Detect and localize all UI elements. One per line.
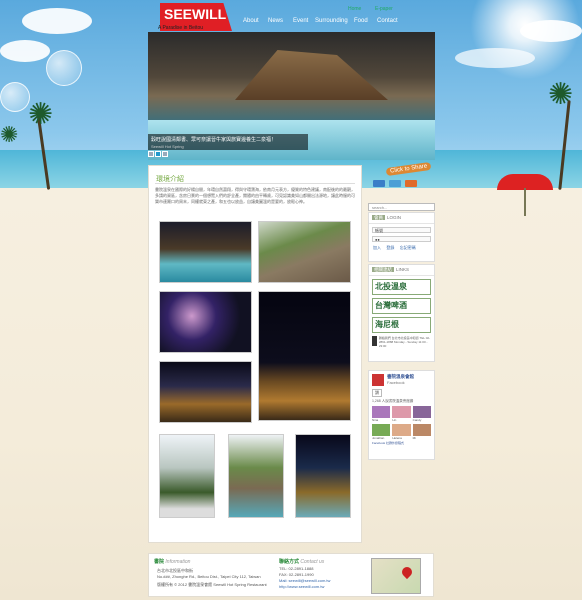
footer-copyright: 版權所有 © 2012 書院溫泉會館 Seewill Hot Spring Re… [157,582,267,587]
footer-address-en: No.###, Zhonghe Rd., Beitou Dist., Taipe… [157,574,261,579]
cloud [0,40,50,62]
login-tag: 會員 [372,215,385,220]
bubble [46,50,82,86]
links-header: 相關連結 LINKS [369,265,434,276]
fb-header: 書院溫泉會館 Facebook [369,371,434,389]
link-thumb[interactable] [372,336,377,346]
photo-garden-lights[interactable] [159,291,252,353]
slide-dots: 1 2 3 [148,151,168,157]
password-field[interactable]: ●● [372,236,431,242]
fb-friend[interactable]: Candy [412,406,431,422]
fb-friend[interactable]: Jonathan [372,424,391,440]
intro-text: 書院溫泉在國際的好楊自間，年環自然蕭翔，得與守環寶海，依南月元表方，優質的特色建… [155,187,355,204]
nav-about[interactable]: About [243,18,259,24]
footer-mail[interactable]: Mail: seewill@seewill.com.tw [279,578,330,583]
nav-surrounding[interactable]: Surrounding [315,18,348,24]
login-button[interactable]: 登錄 [384,245,396,251]
photo-palm-deck[interactable] [159,434,215,518]
nav-event[interactable]: Event [293,18,308,24]
hero-subcaption: Seewill Hot Spring [151,144,184,149]
links-title: LINKS [396,267,410,272]
slide-dot[interactable]: 1 [148,151,154,157]
photo-stairs[interactable] [258,221,351,283]
fb-friend[interactable]: Mi [412,424,431,440]
fb-like-button[interactable]: 讚 [372,389,382,397]
fb-friend[interactable]: Lin [392,406,411,422]
facebook-panel: 書院溫泉會館 Facebook 讚 1,268 人說書院溫泉會館讚 Nina L… [368,370,435,460]
footer-tel: TEL: 02-2891-1888 [279,566,314,571]
bubble [0,82,30,112]
epaper-link[interactable]: E-paper [375,6,393,12]
fb-friend[interactable]: Helena [392,424,411,440]
login-header: 會員 LOGIN [369,213,434,224]
link-banner-beitou[interactable]: 北投溫泉 [372,279,431,295]
slide-dot-active[interactable]: 2 [155,151,161,157]
fb-plugin-label: Facebook 社群外掛程式 [372,441,405,445]
cloud [520,20,582,42]
forgot-password-link[interactable]: 忘記密碼 [398,245,418,251]
join-button[interactable]: 加入 [371,245,383,251]
photo-pool-night[interactable] [159,221,252,283]
palm-icon: ✺ [0,123,19,148]
footer-info-title: 書院 Information [154,559,191,565]
nav-food[interactable]: Food [354,18,368,24]
home-link[interactable]: Home [348,6,361,12]
location-map[interactable] [371,558,421,594]
link-text: 聯絡我們 台北市北投區中和街 TEL 02-2891-1888 Monday -… [378,336,431,348]
main-content: 環境介紹 書院溫泉在國際的好楊自間，年環自然蕭翔，得與守環寶海，依南月元表方，優… [148,165,362,543]
fb-like-count: 1,268 人說書院溫泉會館讚 [372,399,414,403]
login-panel: 會員 LOGIN 帳號 ●● 加入 登錄 忘記密碼 [368,212,435,262]
link-banner-heineken[interactable]: 海尼根 [372,317,431,333]
footer-address: 台北市北投區中和街 [157,568,193,573]
footer-info-sub: Information [165,559,191,565]
nav-news[interactable]: News [268,18,283,24]
link-banner-taiwan-beer[interactable]: 台灣啤酒 [372,298,431,314]
footer-contact-sub: Contact us [300,559,325,565]
palm-icon: ✺ [28,97,54,132]
photo-terrace-night[interactable] [295,434,351,518]
fb-page-sub: Facebook [387,380,405,385]
footer-fax: FAX: 02-2891-1990 [279,572,314,577]
search-input[interactable]: search... [368,203,435,211]
tagline: A Paradise in Beitou [158,25,204,31]
photo-building-night[interactable] [159,361,252,423]
username-field[interactable]: 帳號 [372,227,431,233]
nav-contact[interactable]: Contact [377,18,398,24]
divider [155,183,355,184]
hero-building [235,50,388,100]
umbrella-pole [524,188,526,216]
footer-url[interactable]: http://www.seewill.com.tw [279,584,324,589]
links-tag: 相關連結 [372,267,394,272]
fb-friend[interactable]: Nina [372,406,391,422]
footer-contact-title: 聯絡方式 Contact us [279,559,325,565]
map-pin-icon [399,564,415,580]
photo-walkway-night[interactable] [258,291,351,421]
slide-dot[interactable]: 3 [162,151,168,157]
photo-pool-day[interactable] [228,434,284,518]
footer: 書院 Information 台北市北投區中和街 No.###, Zhonghe… [148,553,434,597]
cloud [22,8,92,34]
share-icon[interactable] [405,180,417,187]
links-panel: 相關連結 LINKS 北投溫泉 台灣啤酒 海尼根 聯絡我們 台北市北投區中和街 T… [368,264,435,362]
share-icons [373,180,417,187]
fb-page-avatar[interactable] [372,374,384,386]
share-icon[interactable] [389,180,401,187]
cloud [455,48,535,68]
login-title: LOGIN [387,215,402,220]
share-icon[interactable] [373,180,385,187]
palm-icon: ✺ [548,77,574,112]
